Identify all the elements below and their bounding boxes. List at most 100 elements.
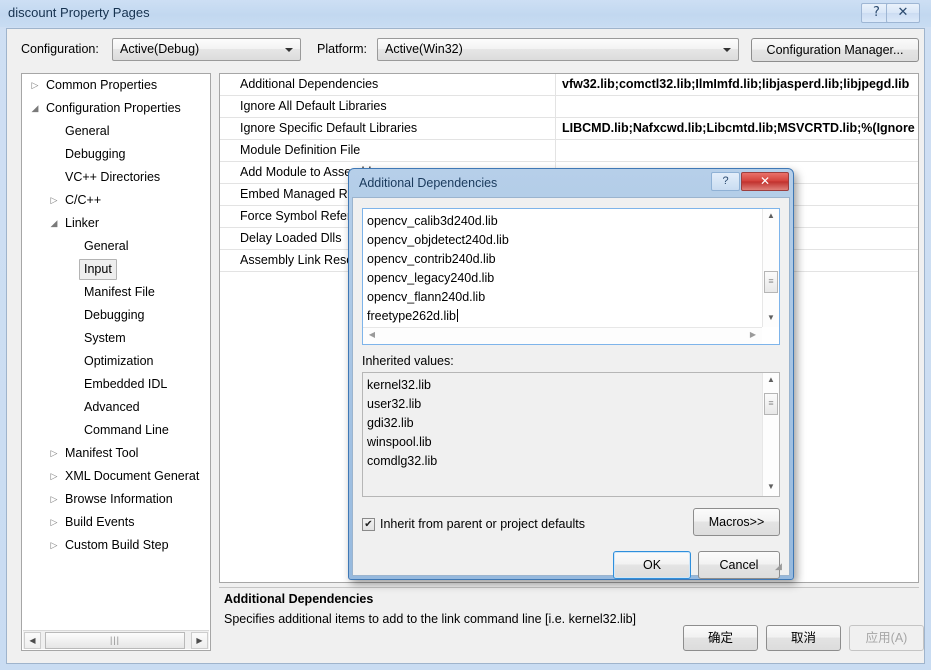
tree-item-label: Embedded IDL: [84, 377, 168, 391]
grid-row-value: LIBCMD.lib;Nafxcwd.lib;Libcmtd.lib;MSVCR…: [562, 121, 915, 135]
properties-tree[interactable]: ▷ Common Properties ◢ Configuration Propert…: [22, 74, 210, 630]
grid-row-value: vfw32.lib;comctl32.lib;IlmImfd.lib;libja…: [562, 77, 910, 91]
dependency-line: opencv_contrib240d.lib: [367, 252, 496, 266]
window-title-bar: discount Property Pages ? ✕: [0, 0, 931, 27]
dependency-line: freetype262d.lib: [367, 309, 458, 323]
properties-tree-panel: ▷ Common Properties ◢ Configuration Propert…: [21, 73, 211, 651]
tree-item-linker[interactable]: ◢ Linker: [22, 212, 210, 235]
configuration-dropdown[interactable]: Active(Debug): [112, 38, 301, 61]
twisty-collapsed-icon[interactable]: ▷: [47, 534, 61, 557]
twisty-collapsed-icon[interactable]: ▷: [47, 488, 61, 511]
tree-item-debugging[interactable]: Debugging: [22, 143, 210, 166]
grid-row-name: Module Definition File: [220, 140, 556, 161]
ok-button[interactable]: 确定: [683, 625, 758, 651]
inherit-defaults-label: Inherit from parent or project defaults: [380, 517, 585, 531]
text-caret: [456, 309, 458, 322]
inherit-defaults-checkbox[interactable]: ✔: [362, 518, 375, 531]
dialog-ok-button[interactable]: OK: [613, 551, 691, 579]
scroll-down-icon[interactable]: ▼: [763, 311, 779, 327]
scroll-up-icon[interactable]: ▲: [763, 209, 779, 225]
tree-item-common-properties[interactable]: ▷ Common Properties: [22, 74, 210, 97]
tree-item-input[interactable]: Input: [22, 258, 210, 281]
dependency-line: opencv_objdetect240d.lib: [367, 233, 509, 247]
tree-item-vc-directories[interactable]: VC++ Directories: [22, 166, 210, 189]
grid-row[interactable]: Ignore Specific Default Libraries LIBCMD.…: [220, 118, 918, 140]
inherited-values-list[interactable]: kernel32.lib user32.lib gdi32.lib winspool.…: [362, 372, 780, 497]
tree-item-configuration-properties[interactable]: ◢ Configuration Properties: [22, 97, 210, 120]
grid-row[interactable]: Ignore All Default Libraries: [220, 96, 918, 118]
tree-item-general[interactable]: General: [22, 120, 210, 143]
configuration-label: Configuration:: [21, 42, 99, 56]
tree-item-label: General: [65, 124, 110, 138]
tree-item-label: Debugging: [84, 308, 145, 322]
tree-item-browse-information[interactable]: ▷ Browse Information: [22, 488, 210, 511]
dependencies-horizontal-scrollbar[interactable]: ◀ ▶: [363, 327, 762, 344]
twisty-collapsed-icon[interactable]: ▷: [47, 511, 61, 534]
inherited-vscroll-thumb[interactable]: ≡: [764, 393, 778, 415]
tree-item-label: Custom Build Step: [65, 538, 169, 552]
tree-item-c-c[interactable]: ▷ C/C++: [22, 189, 210, 212]
inherited-values-lines: kernel32.lib user32.lib gdi32.lib winspool.…: [367, 376, 757, 491]
inherited-vertical-scrollbar[interactable]: ▲ ≡ ▼: [762, 373, 779, 496]
resize-grip-icon[interactable]: ◢: [775, 562, 785, 572]
configuration-manager-button[interactable]: Configuration Manager...: [751, 38, 919, 62]
tree-item-label: System: [84, 331, 126, 345]
inherited-value-line: user32.lib: [367, 397, 422, 411]
dialog-close-icon[interactable]: ✕: [741, 172, 789, 191]
tree-item-advanced[interactable]: Advanced: [22, 396, 210, 419]
platform-label: Platform:: [317, 42, 368, 56]
configuration-value: Active(Debug): [120, 42, 200, 56]
tree-item-label: VC++ Directories: [65, 170, 161, 184]
dependency-line: opencv_calib3d240d.lib: [367, 214, 498, 228]
scroll-right-icon[interactable]: ▶: [745, 328, 761, 344]
macros-button[interactable]: Macros>>: [693, 508, 780, 536]
dialog-cancel-button[interactable]: Cancel: [698, 551, 780, 579]
scroll-up-icon[interactable]: ▲: [763, 373, 779, 389]
dependencies-lines[interactable]: opencv_calib3d240d.lib opencv_objdetect24…: [367, 212, 755, 324]
twisty-expanded-icon[interactable]: ◢: [28, 97, 42, 120]
tree-item-build-events[interactable]: ▷ Build Events: [22, 511, 210, 534]
tree-item-custom-build-step[interactable]: ▷ Custom Build Step: [22, 534, 210, 557]
tree-item-debugging[interactable]: Debugging: [22, 304, 210, 327]
tree-item-command-line[interactable]: Command Line: [22, 419, 210, 442]
tree-item-label: Input: [79, 259, 117, 280]
grid-row[interactable]: Additional Dependencies vfw32.lib;comctl3…: [220, 74, 918, 96]
tree-item-manifest-file[interactable]: Manifest File: [22, 281, 210, 304]
description-title: Additional Dependencies: [224, 592, 374, 606]
tree-item-xml-document-generat[interactable]: ▷ XML Document Generat: [22, 465, 210, 488]
dialog-help-icon[interactable]: ?: [711, 172, 740, 191]
twisty-collapsed-icon[interactable]: ▷: [28, 74, 42, 97]
cancel-button[interactable]: 取消: [766, 625, 841, 651]
tree-item-embedded-idl[interactable]: Embedded IDL: [22, 373, 210, 396]
grid-row-name: Additional Dependencies: [220, 74, 556, 95]
dependencies-textarea[interactable]: opencv_calib3d240d.lib opencv_objdetect24…: [362, 208, 780, 345]
tree-item-label: Browse Information: [65, 492, 173, 506]
scroll-down-icon[interactable]: ▼: [763, 480, 779, 496]
grid-row[interactable]: Module Definition File: [220, 140, 918, 162]
dependencies-vertical-scrollbar[interactable]: ▲ ≡ ▼: [762, 209, 779, 327]
close-icon[interactable]: ✕: [886, 3, 920, 23]
twisty-collapsed-icon[interactable]: ▷: [47, 189, 61, 212]
scroll-left-icon[interactable]: ◀: [364, 328, 380, 344]
configuration-bar: Configuration: Active(Debug) Platform: A…: [7, 29, 924, 71]
twisty-collapsed-icon[interactable]: ▷: [47, 465, 61, 488]
tree-item-optimization[interactable]: Optimization: [22, 350, 210, 373]
inherited-value-line: gdi32.lib: [367, 416, 414, 430]
dialog-title: Additional Dependencies: [359, 176, 498, 190]
inherited-values-label: Inherited values:: [362, 354, 454, 368]
tree-item-label: Optimization: [84, 354, 154, 368]
twisty-collapsed-icon[interactable]: ▷: [47, 442, 61, 465]
twisty-expanded-icon[interactable]: ◢: [47, 212, 61, 235]
platform-dropdown[interactable]: Active(Win32): [377, 38, 739, 61]
dialog-footer: 确定 取消 应用(A): [7, 617, 924, 663]
dependencies-vscroll-thumb[interactable]: ≡: [764, 271, 778, 293]
grid-row-value: [557, 96, 918, 117]
platform-value: Active(Win32): [385, 42, 463, 56]
tree-item-system[interactable]: System: [22, 327, 210, 350]
tree-item-general[interactable]: General: [22, 235, 210, 258]
tree-item-label: Common Properties: [46, 78, 158, 92]
tree-item-label: Manifest Tool: [65, 446, 139, 460]
tree-item-manifest-tool[interactable]: ▷ Manifest Tool: [22, 442, 210, 465]
window-title: discount Property Pages: [8, 5, 150, 20]
dialog-body: opencv_calib3d240d.lib opencv_objdetect24…: [352, 197, 790, 579]
